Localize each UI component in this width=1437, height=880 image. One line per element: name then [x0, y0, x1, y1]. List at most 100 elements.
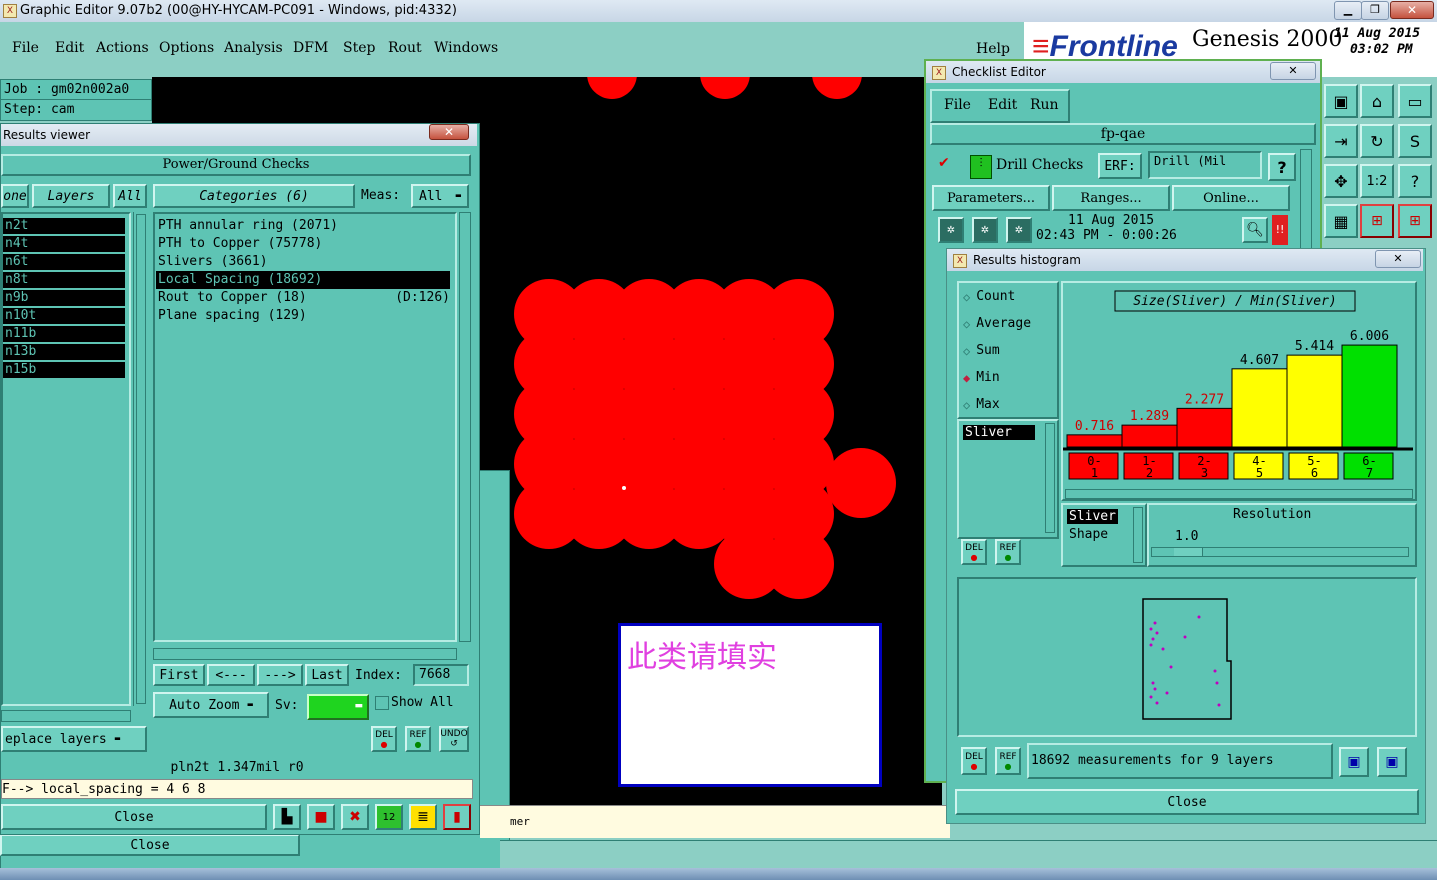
layer-item[interactable]: n13b: [3, 344, 125, 360]
menu-step[interactable]: Step: [343, 40, 375, 56]
category-item[interactable]: PTH annular ring (2071): [156, 217, 450, 235]
menu-rout[interactable]: Rout: [388, 40, 422, 56]
toolbar-btn-8[interactable]: 1:2: [1360, 164, 1394, 198]
list2-scrollbar[interactable]: [1133, 507, 1143, 563]
first-button[interactable]: First: [153, 664, 205, 686]
toolbar-btn-4[interactable]: ⇥: [1324, 124, 1358, 158]
menu-analysis[interactable]: Analysis: [224, 40, 283, 56]
histogram-ref-button[interactable]: REF ●: [995, 539, 1021, 565]
layer-item[interactable]: n8t: [3, 272, 125, 288]
toolbar-btn-7[interactable]: ✥: [1324, 164, 1358, 198]
menu-dfm[interactable]: DFM: [293, 40, 328, 56]
mode-radio-sum[interactable]: ◇ Sum: [963, 343, 1000, 358]
histogram-close-x[interactable]: ✕: [1375, 250, 1421, 268]
layer-item[interactable]: n4t: [3, 236, 125, 252]
toolbar-btn-2[interactable]: ⌂: [1360, 84, 1394, 118]
checklist-menu-edit[interactable]: Edit: [988, 97, 1017, 113]
sv-color-dropdown[interactable]: ▬: [307, 694, 369, 720]
category-item[interactable]: Plane spacing (129): [156, 307, 450, 325]
layer-item[interactable]: n2t: [3, 218, 125, 234]
toolbar-btn-1[interactable]: ▣: [1324, 84, 1358, 118]
tool-icon-3[interactable]: ✖: [341, 804, 369, 830]
menu-file[interactable]: File: [12, 40, 39, 56]
undo-button[interactable]: UNDO ↺: [439, 726, 469, 752]
toolbar-btn-11[interactable]: ⊞: [1360, 204, 1394, 238]
index-input[interactable]: 7668: [413, 664, 469, 686]
tool-icon-1[interactable]: ▙: [273, 804, 301, 830]
show-all-checkbox[interactable]: [375, 696, 389, 710]
categories-scrollbar[interactable]: [459, 212, 471, 642]
resolution-slider-thumb[interactable]: [1174, 548, 1203, 556]
minimize-button[interactable]: ▁: [1334, 1, 1362, 20]
chart-hscrollbar[interactable]: [1065, 489, 1413, 499]
parameters-button[interactable]: Parameters...: [932, 185, 1050, 211]
background-close-button[interactable]: Close: [0, 834, 300, 856]
run-icon-2[interactable]: ✲: [972, 217, 998, 243]
item-list-scrollbar[interactable]: [1045, 423, 1055, 533]
menu-actions[interactable]: Actions: [96, 40, 149, 56]
mode-radio-max[interactable]: ◇ Max: [963, 397, 1000, 412]
mode-radio-count[interactable]: ◇ Count: [963, 289, 1015, 304]
close-window-button[interactable]: ✕: [1390, 1, 1434, 19]
categories-header[interactable]: Categories (6): [153, 184, 355, 208]
maximize-button[interactable]: ❐: [1361, 1, 1389, 20]
results-viewer-close-x[interactable]: ✕: [429, 124, 469, 140]
checklist-check-mark[interactable]: ✔: [938, 155, 950, 171]
resolution-slider[interactable]: [1151, 547, 1409, 557]
mode-radio-min[interactable]: ◆ Min: [963, 370, 1000, 385]
tab-layers[interactable]: Layers: [32, 184, 110, 208]
layer-item[interactable]: n9b: [3, 290, 125, 306]
layer-item[interactable]: n10t: [3, 308, 125, 324]
online-button[interactable]: Online...: [1172, 185, 1290, 211]
tab-none[interactable]: one: [1, 184, 29, 208]
tool-icon-5[interactable]: ≣: [409, 804, 437, 830]
checklist-help-button[interactable]: ?: [1268, 153, 1296, 181]
bottom-del-button[interactable]: DEL ●: [961, 747, 987, 775]
list2-shape[interactable]: Shape: [1069, 527, 1108, 542]
category-item[interactable]: Slivers (3661): [156, 253, 450, 271]
bottom-ref-button[interactable]: REF ●: [995, 747, 1021, 775]
checklist-menu-run[interactable]: Run: [1030, 97, 1059, 113]
alert-icon[interactable]: !!: [1272, 215, 1288, 245]
toolbar-btn-12[interactable]: ⊞: [1398, 204, 1432, 238]
toolbar-btn-3[interactable]: ▭: [1398, 84, 1432, 118]
toolbar-btn-5[interactable]: ↻: [1360, 124, 1394, 158]
replace-layers-dropdown[interactable]: eplace layers ▬: [1, 726, 147, 752]
mode-radio-average[interactable]: ◇ Average: [963, 316, 1031, 331]
ranges-button[interactable]: Ranges...: [1052, 185, 1170, 211]
menu-options[interactable]: Options: [159, 40, 214, 56]
zoom-icon[interactable]: 🔍︎: [1242, 217, 1268, 243]
results-close-button[interactable]: Close: [1, 804, 267, 830]
tab-all[interactable]: All: [113, 184, 147, 208]
menu-edit[interactable]: Edit: [55, 40, 84, 56]
toolbar-btn-10[interactable]: ▦: [1324, 204, 1358, 238]
tool-icon-4[interactable]: 12: [375, 804, 403, 830]
layers-scrollbar[interactable]: [133, 212, 148, 706]
item-list-sliver[interactable]: Sliver: [963, 425, 1035, 440]
layer-item[interactable]: n11b: [3, 326, 125, 342]
prev-button[interactable]: <---: [207, 664, 255, 686]
auto-zoom-dropdown[interactable]: Auto Zoom ▬: [153, 692, 269, 718]
histogram-close-button[interactable]: Close: [955, 789, 1419, 815]
tool-icon-2[interactable]: ■: [307, 804, 335, 830]
layer-item[interactable]: n6t: [3, 254, 125, 270]
next-button[interactable]: --->: [257, 664, 303, 686]
erf-field[interactable]: Drill (Mil: [1148, 151, 1262, 179]
layers-hscrollbar[interactable]: [1, 710, 131, 722]
export-icon-1[interactable]: ▣: [1339, 747, 1369, 777]
toolbar-btn-6[interactable]: S: [1398, 124, 1432, 158]
categories-hscrollbar[interactable]: [153, 648, 457, 660]
run-icon-3[interactable]: ✲: [1006, 217, 1032, 243]
list2-sliver[interactable]: Sliver: [1067, 509, 1118, 524]
del-button[interactable]: DEL ●: [371, 726, 397, 752]
layer-item[interactable]: n15b: [3, 362, 125, 378]
histogram-icon[interactable]: ▮: [443, 804, 471, 830]
help-icon[interactable]: ?: [1398, 164, 1432, 198]
ref-button[interactable]: REF ●: [405, 726, 431, 752]
category-item[interactable]: Local Spacing (18692): [156, 271, 450, 289]
category-item[interactable]: PTH to Copper (75778): [156, 235, 450, 253]
menu-windows[interactable]: Windows: [434, 40, 498, 56]
histogram-del-button[interactable]: DEL ●: [961, 539, 987, 565]
category-item[interactable]: Rout to Copper (18) (D:126): [156, 289, 450, 307]
meas-dropdown[interactable]: All ▬: [411, 184, 469, 208]
